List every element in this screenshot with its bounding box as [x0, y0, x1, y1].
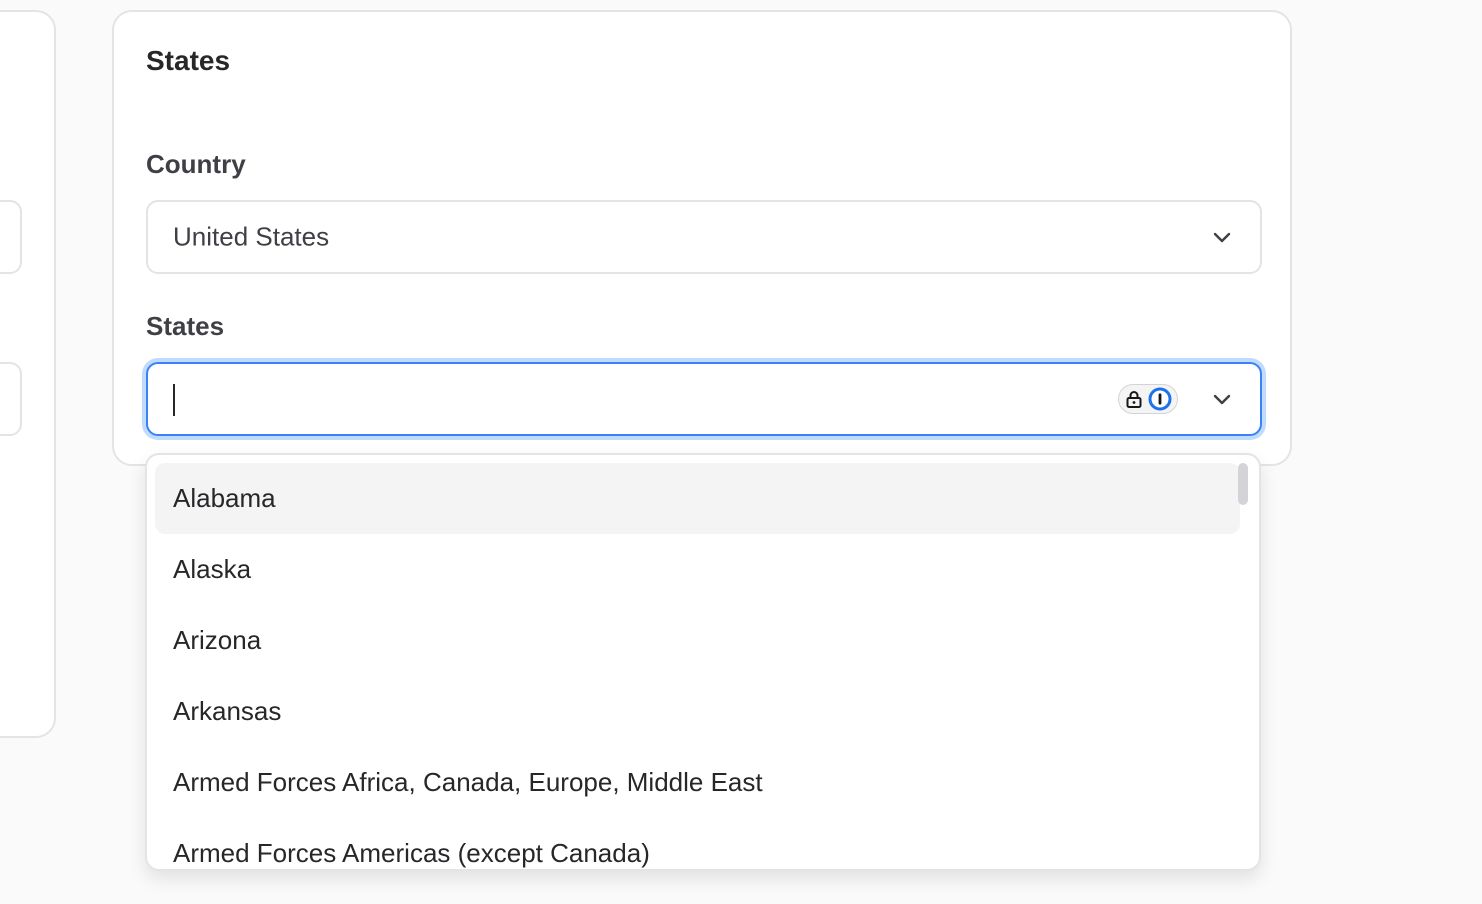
chevron-down-icon[interactable]	[1210, 225, 1234, 249]
states-listbox[interactable]: Alabama Alaska Arizona Arkansas Armed Fo…	[145, 453, 1261, 871]
card-title: States	[146, 45, 231, 76]
states-combobox[interactable]	[146, 362, 1262, 436]
adjacent-input[interactable]	[0, 362, 22, 436]
states-card: States Country United States States	[112, 10, 1292, 466]
option-alabama[interactable]: Alabama	[155, 463, 1240, 534]
option-arkansas[interactable]: Arkansas	[155, 676, 1240, 747]
option-alaska[interactable]: Alaska	[155, 534, 1240, 605]
lock-icon	[1126, 391, 1142, 408]
country-select[interactable]: United States	[146, 200, 1262, 274]
option-arizona[interactable]: Arizona	[155, 605, 1240, 676]
country-select-value: United States	[173, 221, 330, 252]
states-label: States	[146, 311, 225, 341]
country-label: Country	[146, 149, 246, 179]
listbox-scrollbar-thumb[interactable]	[1238, 463, 1248, 505]
password-manager-badge[interactable]	[1118, 384, 1178, 414]
text-caret	[173, 384, 175, 416]
password-manager-icon	[1148, 387, 1172, 411]
adjacent-input[interactable]	[0, 200, 22, 274]
option-armed-forces-americas[interactable]: Armed Forces Americas (except Canada)	[155, 818, 1240, 869]
option-armed-forces-africa-canada-europe-middle-east[interactable]: Armed Forces Africa, Canada, Europe, Mid…	[155, 747, 1240, 818]
chevron-down-icon[interactable]	[1210, 387, 1234, 411]
page: States Country United States States Alab…	[0, 0, 1482, 904]
